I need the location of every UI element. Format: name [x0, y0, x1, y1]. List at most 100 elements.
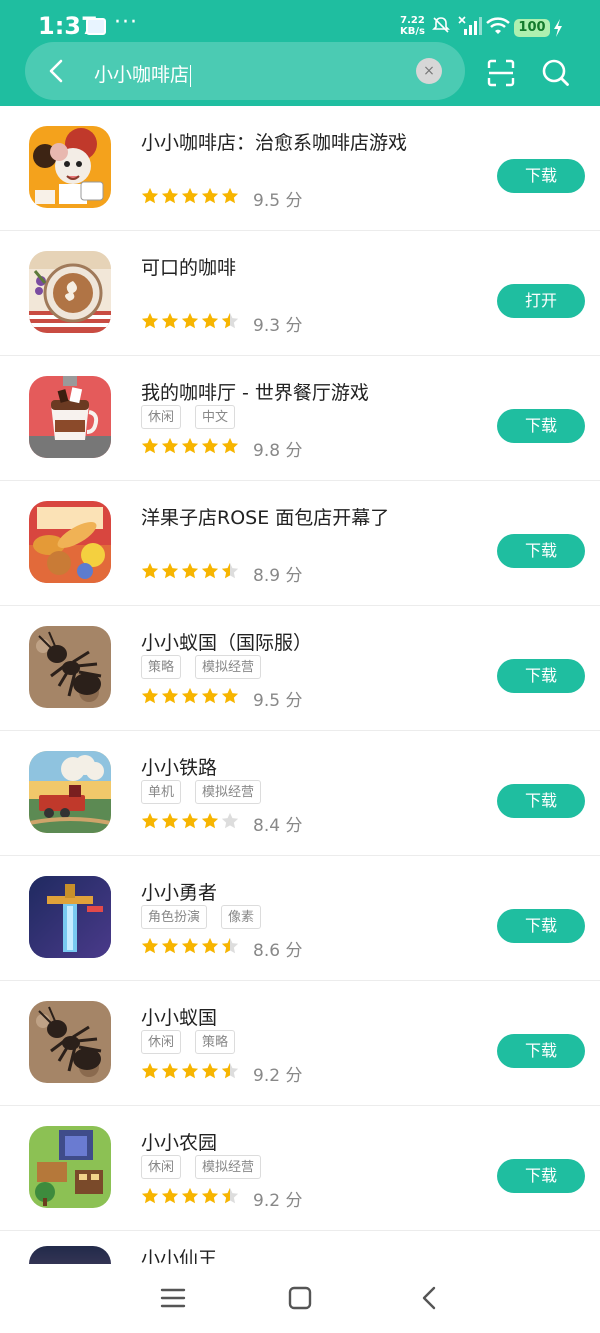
app-icon[interactable]: [29, 376, 111, 458]
rating-stars: [141, 937, 241, 957]
star-icon: [161, 312, 179, 329]
star-icon: [201, 562, 219, 579]
list-item[interactable]: 小小咖啡店：治愈系咖啡店游戏 9.5 分 下载: [0, 106, 600, 231]
app-name: 可口的咖啡: [141, 257, 237, 279]
list-item[interactable]: 小小蚁国 休闲 策略 9.2 分下载: [0, 981, 600, 1106]
network-speed-value: 7.22: [400, 15, 425, 26]
download-button[interactable]: 下载: [497, 409, 585, 443]
star-icon: [181, 562, 199, 579]
app-icon[interactable]: [29, 1001, 111, 1083]
star-icon: [181, 1187, 199, 1204]
app-name: 小小蚁国（国际服）: [141, 632, 313, 654]
app-icon[interactable]: [29, 1126, 111, 1208]
star-icon: [201, 812, 219, 829]
star-icon: [221, 562, 239, 579]
back-arrow-icon[interactable]: [46, 59, 66, 83]
download-button[interactable]: 下载: [497, 784, 585, 818]
app-icon[interactable]: [29, 876, 111, 958]
star-icon: [201, 437, 219, 454]
rating-score: 8.9 分: [253, 566, 303, 586]
star-icon: [201, 312, 219, 329]
star-icon: [221, 187, 239, 204]
list-item[interactable]: 小小蚁国（国际服） 策略 模拟经营 9.5 分 下载: [0, 606, 600, 731]
app-tag: 角色扮演: [141, 905, 208, 929]
list-item[interactable]: 小小铁路 单机 模拟经营 8.4 分 下载: [0, 731, 600, 856]
download-button[interactable]: 下载: [497, 909, 585, 943]
download-button[interactable]: 下载: [497, 159, 585, 193]
back-icon[interactable]: [419, 1286, 439, 1310]
app-tag: 模拟经营: [195, 780, 262, 804]
download-button[interactable]: 下载: [497, 1159, 585, 1193]
star-icon: [181, 187, 199, 204]
rating-score: 9.5 分: [253, 691, 303, 711]
rating-score: 9.5 分: [253, 191, 303, 211]
rating-score: 9.8 分: [253, 441, 303, 461]
list-item[interactable]: 小小勇者 角色扮演 像素 8.6 分 下载: [0, 856, 600, 981]
rating-stars: [141, 687, 241, 707]
app-tags: 策略 模拟经营: [141, 655, 275, 681]
app-icon[interactable]: [29, 251, 111, 333]
download-button[interactable]: 下载: [497, 659, 585, 693]
rating-stars: [141, 312, 241, 332]
star-icon: [141, 437, 159, 454]
app-tag: 中文: [195, 405, 236, 429]
battery-indicator: 100: [514, 19, 550, 37]
star-icon: [221, 937, 239, 954]
star-icon: [221, 437, 239, 454]
star-icon: [161, 1187, 179, 1204]
rating-stars: [141, 187, 241, 207]
rating-stars: [141, 437, 241, 457]
app-tag: 休闲: [141, 1030, 182, 1054]
star-icon: [141, 562, 159, 579]
app-tags: 休闲 中文: [141, 405, 249, 431]
rating-score: 9.3 分: [253, 316, 303, 336]
menu-icon[interactable]: [160, 1286, 186, 1310]
star-icon: [141, 937, 159, 954]
star-icon: [141, 687, 159, 704]
list-item[interactable]: 洋果子店ROSE 面包店开幕了 8.9 分 下载: [0, 481, 600, 606]
star-icon: [141, 812, 159, 829]
star-icon: [141, 1062, 159, 1079]
star-icon: [181, 1062, 199, 1079]
app-icon[interactable]: [29, 751, 111, 833]
star-icon: [161, 437, 179, 454]
list-item[interactable]: 小小农园 休闲 模拟经营 9.2 分 下载: [0, 1106, 600, 1231]
rating-stars: [141, 812, 241, 832]
star-icon: [221, 1062, 239, 1079]
star-icon: [201, 187, 219, 204]
wifi-icon: [486, 17, 510, 34]
star-icon: [161, 1062, 179, 1079]
app-name: 小小咖啡店：治愈系咖啡店游戏: [141, 132, 408, 154]
scan-icon[interactable]: [486, 58, 516, 88]
download-button[interactable]: 下载: [497, 534, 585, 568]
app-name: 小小勇者: [141, 882, 218, 904]
download-button[interactable]: 下载: [497, 1034, 585, 1068]
network-speed-unit: KB/s: [400, 26, 425, 37]
open-button[interactable]: 打开: [497, 284, 585, 318]
list-item[interactable]: 我的咖啡厅 - 世界餐厅游戏 休闲 中文 9.8 分下载: [0, 356, 600, 481]
app-icon[interactable]: [29, 126, 111, 208]
search-box[interactable]: [25, 42, 465, 100]
partial-list-item[interactable]: 小小仙王: [0, 1244, 600, 1264]
search-input[interactable]: 小小咖啡店: [94, 60, 192, 87]
search-results-list: 小小咖啡店：治愈系咖啡店游戏 9.5 分下载 可口的咖啡 9.3 分打开 我的咖啡厅 -…: [0, 106, 600, 1231]
star-icon: [181, 687, 199, 704]
star-icon: [201, 937, 219, 954]
star-icon: [201, 1062, 219, 1079]
list-item[interactable]: 可口的咖啡 9.3 分 打开: [0, 231, 600, 356]
app-name: 小小农园: [141, 1132, 218, 1154]
star-icon: [161, 562, 179, 579]
rating-score: 9.2 分: [253, 1066, 303, 1086]
clear-search-button[interactable]: ×: [416, 58, 442, 84]
app-tag: 休闲: [141, 1155, 182, 1179]
star-icon: [161, 812, 179, 829]
app-icon[interactable]: [29, 501, 111, 583]
app-tag: 模拟经营: [195, 655, 262, 679]
search-icon[interactable]: [541, 58, 571, 88]
home-icon[interactable]: [288, 1286, 312, 1310]
app-icon[interactable]: [29, 626, 111, 708]
star-icon: [181, 312, 199, 329]
star-icon: [201, 1187, 219, 1204]
status-bar: 1:37 ··· 7.22 KB/s 100: [0, 0, 600, 42]
mute-icon: [432, 17, 450, 33]
